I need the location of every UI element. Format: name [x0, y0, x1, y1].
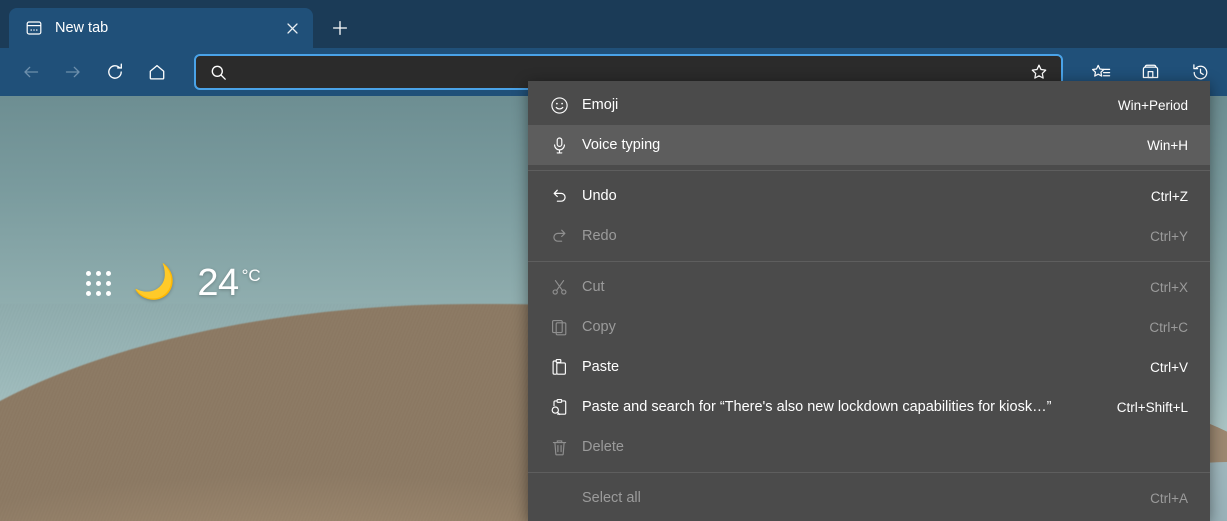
menu-item-label: Cut [582, 279, 605, 295]
menu-item-accelerator: Ctrl+X [1150, 279, 1188, 295]
menu-item-paste-and-search[interactable]: Paste and search for “There's also new l… [528, 387, 1210, 427]
refresh-icon [108, 63, 122, 79]
trash-icon [542, 438, 576, 457]
close-icon[interactable] [279, 15, 305, 41]
menu-item-label: Emoji [582, 97, 619, 113]
browser-window: 🌙 24 °C New tab Emoji Win+Period Voice t… [0, 0, 1227, 521]
redo-icon [542, 227, 576, 246]
menu-item-accelerator: Win+H [1147, 137, 1188, 153]
plus-icon [332, 20, 348, 36]
menu-item-label: Undo [582, 188, 617, 204]
menu-item-label: Voice typing [582, 137, 661, 153]
copy-icon [542, 318, 576, 337]
menu-separator [528, 261, 1210, 262]
menu-item-label: Paste [582, 359, 620, 375]
menu-item-voice-typing[interactable]: Voice typing Win+H [528, 125, 1210, 165]
tab-title: New tab [55, 20, 109, 36]
menu-item-label: Redo [582, 228, 617, 244]
menu-separator [528, 472, 1210, 473]
paste-clipboard-icon [542, 358, 576, 377]
menu-item-accelerator: Ctrl+A [1150, 490, 1188, 506]
tab-strip: New tab [0, 0, 1227, 48]
forward-button[interactable] [56, 55, 90, 89]
history-clock-icon [1192, 63, 1207, 79]
menu-item-copy[interactable]: Copy Ctrl+C [528, 307, 1210, 347]
weather-temperature-group: 24 °C [197, 264, 260, 302]
address-bar-context-menu[interactable]: Emoji Win+Period Voice typing Win+H Undo… [528, 81, 1210, 521]
menu-item-label: Select all [582, 490, 641, 506]
app-grid-icon[interactable] [86, 270, 111, 296]
menu-item-accelerator: Win+Period [1117, 97, 1188, 113]
weather-widget[interactable]: 🌙 24 °C [86, 264, 261, 302]
menu-item-select-all[interactable]: Select all Ctrl+A [528, 478, 1210, 518]
back-button[interactable] [14, 55, 48, 89]
menu-item-emoji[interactable]: Emoji Win+Period [528, 85, 1210, 125]
menu-item-accelerator: Ctrl+Shift+L [1116, 399, 1188, 415]
new-tab-page-icon [25, 19, 43, 37]
menu-item-label: Delete [582, 439, 624, 455]
tab-new-tab[interactable]: New tab [9, 8, 313, 48]
arrow-right-icon [65, 66, 80, 78]
undo-icon [542, 187, 576, 206]
menu-item-label: Paste and search for “There's also new l… [582, 399, 1052, 415]
search-icon [210, 64, 227, 81]
menu-item-cut[interactable]: Cut Ctrl+X [528, 267, 1210, 307]
emoji-smiley-icon [542, 96, 576, 115]
weather-temperature: 24 [197, 262, 239, 304]
menu-item-delete[interactable]: Delete [528, 427, 1210, 467]
crescent-moon-icon: 🌙 [133, 263, 176, 301]
scissors-icon [542, 278, 576, 297]
menu-item-accelerator: Ctrl+Y [1150, 228, 1188, 244]
home-button[interactable] [140, 55, 174, 89]
refresh-button[interactable] [98, 55, 132, 89]
menu-separator [528, 170, 1210, 171]
menu-item-label: Copy [582, 319, 616, 335]
collections-icon [1142, 64, 1158, 78]
address-bar-input[interactable] [237, 64, 1015, 80]
microphone-icon [542, 136, 576, 155]
paste-and-search-icon [542, 398, 576, 417]
menu-item-undo[interactable]: Undo Ctrl+Z [528, 176, 1210, 216]
menu-item-accelerator: Ctrl+Z [1150, 188, 1188, 204]
menu-item-accelerator: Ctrl+V [1150, 359, 1188, 375]
arrow-left-icon [24, 66, 39, 78]
menu-item-redo[interactable]: Redo Ctrl+Y [528, 216, 1210, 256]
menu-item-paste[interactable]: Paste Ctrl+V [528, 347, 1210, 387]
favorites-star-list-icon [1091, 64, 1110, 77]
menu-item-accelerator: Ctrl+C [1149, 319, 1188, 335]
new-tab-button[interactable] [323, 11, 357, 45]
home-icon [149, 64, 165, 80]
weather-unit: °C [241, 266, 261, 285]
